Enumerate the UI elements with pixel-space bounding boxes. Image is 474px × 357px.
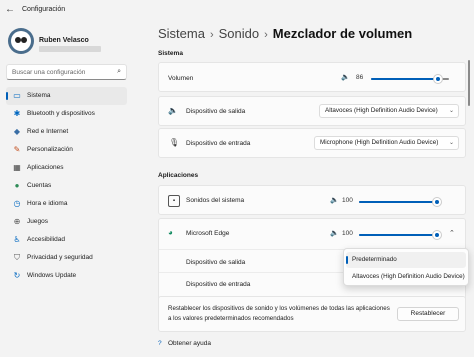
sidebar-item-label: Juegos [27, 218, 48, 225]
sidebar-item-bluetooth-y-dispositivos[interactable]: ✱ Bluetooth y dispositivos [6, 105, 127, 123]
speaker-icon[interactable]: 🔈 [330, 196, 339, 204]
sidebar-item-label: Accesibilidad [27, 236, 65, 243]
person-icon: ● [14, 181, 20, 190]
slider-thumb[interactable] [433, 231, 441, 239]
avatar [8, 28, 34, 54]
breadcrumb-sistema[interactable]: Sistema [158, 26, 205, 41]
edge-output-label: Dispositivo de salida [186, 259, 246, 266]
sidebar-item-label: Hora e idioma [27, 200, 68, 207]
sidebar-item-windows-update[interactable]: ↻ Windows Update [6, 267, 127, 285]
sidebar-item-label: Cuentas [27, 182, 52, 189]
chevron-right-icon: › [209, 29, 214, 41]
slider-thumb[interactable] [433, 198, 441, 206]
system-sounds-card: ▪ Sonidos del sistema 🔈 100 [158, 185, 466, 215]
sidebar-item-personalización[interactable]: ✎ Personalización [6, 141, 127, 159]
user-email-redacted [39, 46, 101, 52]
edge-volume-value: 100 [342, 230, 353, 237]
input-device-value: Microphone (High Definition Audio Device… [320, 139, 439, 146]
breadcrumb-sonido[interactable]: Sonido [219, 26, 259, 41]
wifi-icon: ◆ [13, 127, 21, 136]
monitor-icon: ▭ [13, 91, 21, 100]
section-apps-label: Aplicaciones [158, 172, 199, 179]
dropdown-option-default[interactable]: Predeterminado [346, 252, 466, 268]
clock-globe-icon: ◷ [13, 199, 21, 208]
input-device-select[interactable]: Microphone (High Definition Audio Device… [314, 136, 459, 150]
output-device-label: Dispositivo de salida [186, 108, 246, 115]
slider-thumb[interactable] [434, 75, 442, 83]
sidebar-item-aplicaciones[interactable]: ▦ Aplicaciones [6, 159, 127, 177]
nav-list: ▭ Sistema ✱ Bluetooth y dispositivos ◆ Red e … [6, 87, 127, 285]
sidebar-item-label: Red e Internet [27, 128, 69, 135]
brush-icon: ✎ [13, 145, 21, 154]
sidebar-item-juegos[interactable]: ⊕ Juegos [6, 213, 127, 231]
edge-volume-slider[interactable] [359, 231, 441, 239]
output-device-value: Altavoces (High Definition Audio Device) [325, 107, 438, 114]
sidebar-item-cuentas[interactable]: ● Cuentas [6, 177, 127, 195]
reset-text-line1: Restablecer los dispositivos de sonido y… [168, 305, 390, 312]
edge-icon: ◕ [168, 228, 173, 237]
bluetooth-icon: ✱ [13, 109, 21, 118]
microphone-icon: 🎙 [169, 138, 180, 147]
shield-icon: ⛉ [14, 253, 20, 262]
user-name: Ruben Velasco [39, 37, 89, 44]
reset-text-line2: a los valores predeterminados recomendad… [168, 315, 294, 322]
page-title: Mezclador de volumen [272, 26, 413, 41]
search-placeholder: Buscar una configuración [12, 69, 86, 76]
update-icon: ↻ [13, 271, 21, 280]
sidebar-item-label: Sistema [27, 92, 51, 99]
speaker-icon[interactable]: 🔈 [330, 229, 339, 237]
sidebar-item-red-e-internet[interactable]: ◆ Red e Internet [6, 123, 127, 141]
system-sounds-label: Sonidos del sistema [186, 197, 245, 204]
sidebar-item-accesibilidad[interactable]: ♿ Accesibilidad [6, 231, 127, 249]
chevron-down-icon: ⌄ [448, 140, 454, 146]
volume-slider[interactable] [371, 75, 449, 83]
sidebar-item-label: Bluetooth y dispositivos [27, 110, 95, 117]
window-title: Configuración [22, 6, 66, 13]
help-icon: ? [158, 340, 162, 347]
input-device-label: Dispositivo de entrada [186, 140, 251, 147]
scrollbar[interactable] [468, 60, 470, 106]
search-icon[interactable]: ⌕ [117, 68, 121, 76]
system-sounds-icon: ▪ [168, 195, 180, 207]
sidebar-item-label: Personalización [27, 146, 73, 153]
apps-icon: ▦ [13, 163, 21, 172]
accessibility-icon: ♿ [13, 235, 21, 244]
input-device-card: 🎙 Dispositivo de entrada Microphone (Hig… [158, 128, 466, 158]
dropdown-option-speakers[interactable]: Altavoces (High Definition Audio Device) [346, 269, 466, 285]
help-link[interactable]: ? Obtener ayuda [158, 340, 211, 347]
edge-label: Microsoft Edge [186, 230, 230, 237]
output-device-card: 🔈 Dispositivo de salida Altavoces (High … [158, 96, 466, 126]
chevron-down-icon: ⌄ [448, 108, 454, 114]
speaker-icon: 🔈 [168, 106, 178, 115]
chevron-right-icon: › [264, 29, 268, 41]
help-label: Obtener ayuda [168, 340, 212, 347]
breadcrumb: Sistema › Sonido › Mezclador de volumen [158, 26, 412, 41]
back-arrow-icon[interactable]: ← [5, 4, 15, 15]
sidebar-item-label: Privacidad y seguridad [27, 254, 93, 261]
volume-value: 86 [356, 74, 364, 81]
reset-card: Restablecer los dispositivos de sonido y… [158, 296, 466, 332]
edge-input-label: Dispositivo de entrada [186, 281, 251, 288]
sidebar-item-label: Aplicaciones [27, 164, 64, 171]
reset-button[interactable]: Restablecer [397, 307, 459, 321]
output-device-select[interactable]: Altavoces (High Definition Audio Device)… [319, 104, 459, 118]
speaker-icon[interactable]: 🔈 [341, 73, 350, 81]
chevron-up-icon[interactable]: ⌃ [449, 229, 455, 237]
system-sounds-slider[interactable] [359, 198, 441, 206]
title-bar: ← Configuración [0, 0, 474, 22]
output-device-dropdown: Predeterminado Altavoces (High Definitio… [343, 248, 469, 286]
sidebar-item-label: Windows Update [27, 272, 77, 279]
gamepad-icon: ⊕ [13, 217, 21, 226]
sidebar-item-sistema[interactable]: ▭ Sistema [6, 87, 127, 105]
sidebar-item-privacidad-y-seguridad[interactable]: ⛉ Privacidad y seguridad [6, 249, 127, 267]
volume-label: Volumen [168, 75, 194, 82]
sidebar-item-hora-e-idioma[interactable]: ◷ Hora e idioma [6, 195, 127, 213]
system-sounds-value: 100 [342, 197, 353, 204]
section-sistema-label: Sistema [158, 50, 183, 57]
search-input[interactable]: Buscar una configuración ⌕ [6, 64, 127, 80]
sidebar: Ruben Velasco Buscar una configuración ⌕… [0, 22, 140, 357]
master-volume-card: Volumen 🔈 86 [158, 62, 466, 92]
